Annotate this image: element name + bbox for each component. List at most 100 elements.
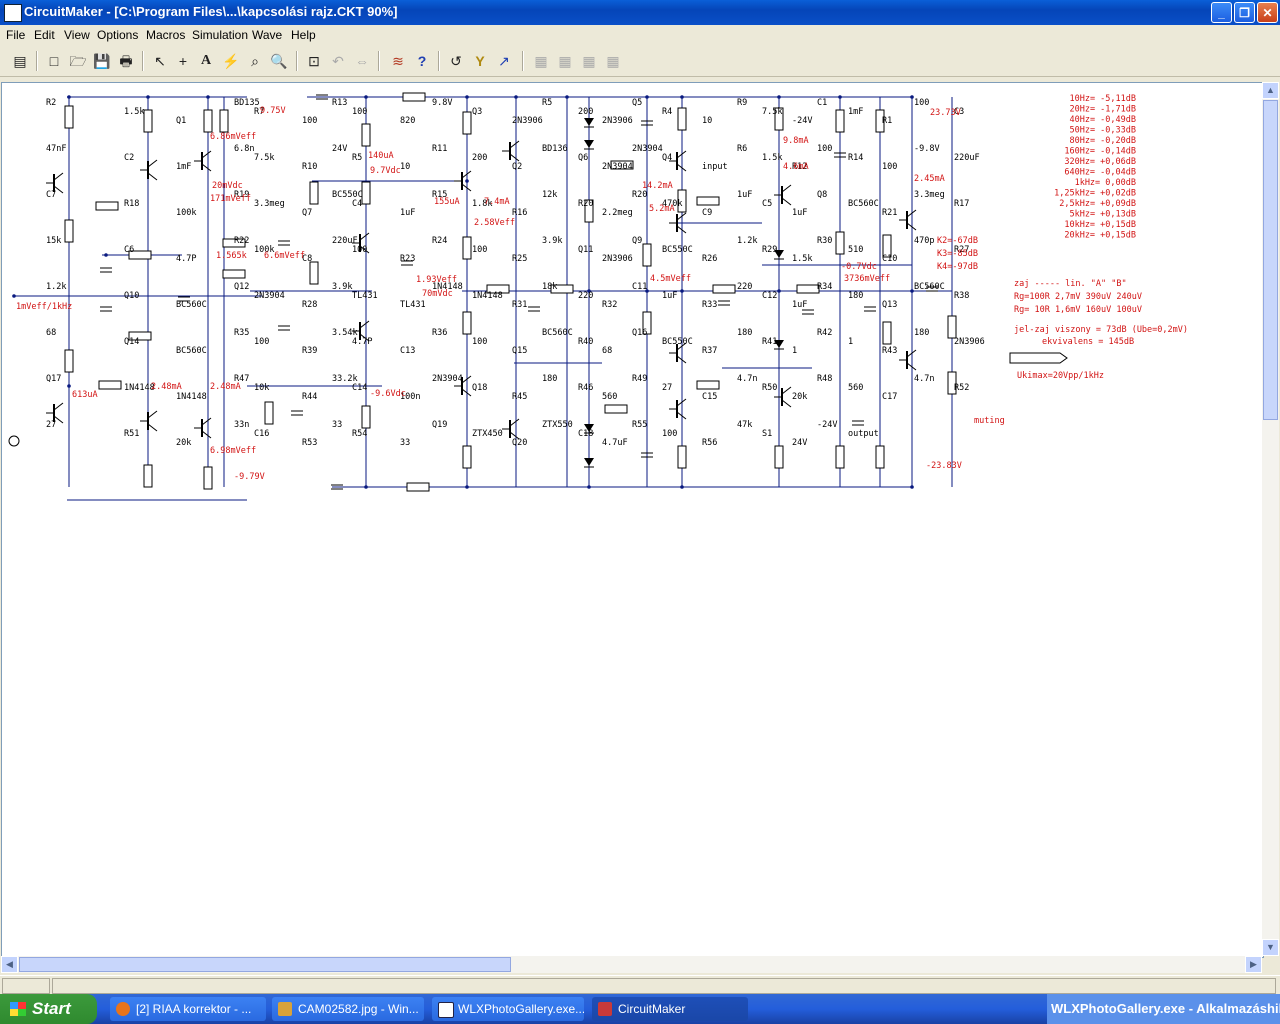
notification-balloon[interactable]: WLXPhotoGallery.exe - Alkalmazáshiba [1047, 994, 1280, 1024]
open-folder-icon[interactable]: 🗁 [68, 51, 88, 71]
frequency-response-line: 80Hz= -0,20dB [1069, 136, 1136, 146]
measurement-readout: 3736mVeff [844, 274, 890, 284]
binary-icon[interactable]: ▤ [10, 51, 30, 71]
component-label: R2 [46, 98, 56, 108]
component-label: 47nF [46, 144, 66, 154]
junction [587, 485, 591, 489]
schematic-drawing[interactable]: R21.5kQ1BD135R7100R131008209.8VQ32N3906R… [2, 83, 1263, 957]
component-label: 1N4148 [176, 392, 207, 402]
component-label: -24V [792, 116, 812, 126]
component-label: C12 [762, 291, 777, 301]
menu-options[interactable]: Options [97, 28, 138, 42]
wand-icon[interactable]: ⌕ [245, 51, 265, 71]
save-icon[interactable]: 💾 [92, 51, 112, 71]
macro-icon-2[interactable]: ▦ [555, 51, 575, 71]
zoom-icon[interactable]: 🔍 [269, 51, 289, 71]
component-label: Q16 [632, 328, 647, 338]
vertical-scroll-thumb[interactable] [1263, 100, 1278, 420]
horizontal-scrollbar[interactable]: ◀ ▶ [1, 956, 1262, 973]
component-label: BD136 [542, 144, 568, 154]
measurement-readout: 2.48mA [210, 382, 241, 392]
component-label: 180 [848, 291, 863, 301]
task-image-viewer[interactable]: CAM02582.jpg - Win... [272, 997, 424, 1021]
print-icon[interactable]: 🖶 [116, 51, 136, 71]
component-label: 10 [702, 116, 712, 126]
component-label: R24 [432, 236, 447, 246]
schematic-canvas[interactable]: R2 1.5k Q1 BD135 R7 100 R13 100 820 9.8V Q3 2N3906 R… [1, 82, 1264, 958]
menu-edit[interactable]: Edit [34, 28, 55, 42]
task-firefox[interactable]: [2] RIAA korrektor - ... [110, 997, 266, 1021]
component-label: 33n [234, 420, 249, 430]
component-label: 33 [400, 438, 410, 448]
component-label: 20k [792, 392, 807, 402]
component-label: ZTX550 [542, 420, 573, 430]
component-label: 3.9k [542, 236, 562, 246]
component-label: TL431 [400, 300, 426, 310]
component-label: R53 [302, 438, 317, 448]
digital-sim-icon[interactable]: ≋ [388, 51, 408, 71]
scroll-up-icon[interactable]: ▲ [1262, 82, 1279, 99]
menu-macros[interactable]: Macros [146, 28, 185, 42]
task-circuitmaker[interactable]: CircuitMaker [592, 997, 748, 1021]
component-label: BC560C [176, 300, 207, 310]
help-icon[interactable]: ? [412, 51, 432, 71]
horizontal-scroll-thumb[interactable] [19, 957, 511, 972]
component-label: 33 [332, 420, 342, 430]
title-bar[interactable]: CircuitMaker - [C:\Program Files\...\kap… [0, 0, 1280, 25]
resistor [712, 284, 736, 294]
menu-simulation[interactable]: Simulation [192, 28, 248, 42]
component-label: Q15 [512, 346, 527, 356]
start-button[interactable]: Start [0, 994, 97, 1024]
zoom-to-fit-icon[interactable]: ⊡ [304, 51, 324, 71]
component-label: BC560C [176, 346, 207, 356]
wire [53, 172, 64, 181]
rotate-icon[interactable]: ↶ [328, 51, 348, 71]
mirror-icon[interactable]: ⇔ [352, 51, 372, 71]
component-label: R4 [662, 107, 672, 117]
menu-wave[interactable]: Wave [252, 28, 282, 42]
resistor [219, 109, 229, 133]
scroll-down-icon[interactable]: ▼ [1262, 939, 1279, 956]
new-file-icon[interactable]: □ [44, 51, 64, 71]
frequency-response-line: 1kHz= 0,00dB [1075, 178, 1136, 188]
measurement-readout: 1mVeff/1kHz [16, 302, 72, 312]
window-title: CircuitMaker - [C:\Program Files\...\kap… [24, 4, 398, 19]
circuitmaker-app-icon[interactable] [4, 4, 22, 22]
wire [509, 418, 520, 427]
component-label: 1uF [792, 208, 807, 218]
component-label: 15k [46, 236, 61, 246]
component-label: Q6 [578, 153, 588, 163]
macro-icon-1[interactable]: ▦ [531, 51, 551, 71]
component-label: TL431 [352, 291, 378, 301]
menu-file[interactable]: File [6, 28, 25, 42]
component-label: R20 [632, 190, 647, 200]
scroll-right-icon[interactable]: ▶ [1245, 956, 1262, 973]
resistor [361, 123, 371, 147]
arrow-pointer-icon[interactable]: ↖ [150, 51, 170, 71]
maximize-button[interactable]: ❐ [1234, 2, 1255, 23]
reset-icon[interactable]: ↺ [446, 51, 466, 71]
junction [67, 384, 71, 388]
component-label: BC560C [542, 328, 573, 338]
component-label: Q12 [234, 282, 249, 292]
component-label: Q9 [632, 236, 642, 246]
measurement-readout: 9.75V [260, 106, 286, 116]
scroll-left-icon[interactable]: ◀ [1, 956, 18, 973]
menu-view[interactable]: View [64, 28, 90, 42]
window-icon [438, 1002, 454, 1018]
vertical-scrollbar[interactable]: ▲ ▼ [1262, 82, 1279, 956]
diode [584, 458, 594, 466]
run-icon[interactable]: ↗ [494, 51, 514, 71]
macro-icon-4[interactable]: ▦ [603, 51, 623, 71]
text-tool-icon[interactable]: A [196, 51, 216, 71]
wire [781, 399, 792, 408]
distortion-line: K2=-67dB [937, 236, 978, 246]
step-icon[interactable]: Y [470, 51, 490, 71]
minimize-button[interactable]: _ [1211, 2, 1232, 23]
macro-icon-3[interactable]: ▦ [579, 51, 599, 71]
menu-help[interactable]: Help [291, 28, 316, 42]
probe-icon[interactable]: ⚡ [221, 51, 241, 71]
wire-cross-icon[interactable]: + [173, 51, 193, 71]
task-wlxphotogallery[interactable]: WLXPhotoGallery.exe... [432, 997, 584, 1021]
close-button[interactable]: ✕ [1257, 2, 1278, 23]
